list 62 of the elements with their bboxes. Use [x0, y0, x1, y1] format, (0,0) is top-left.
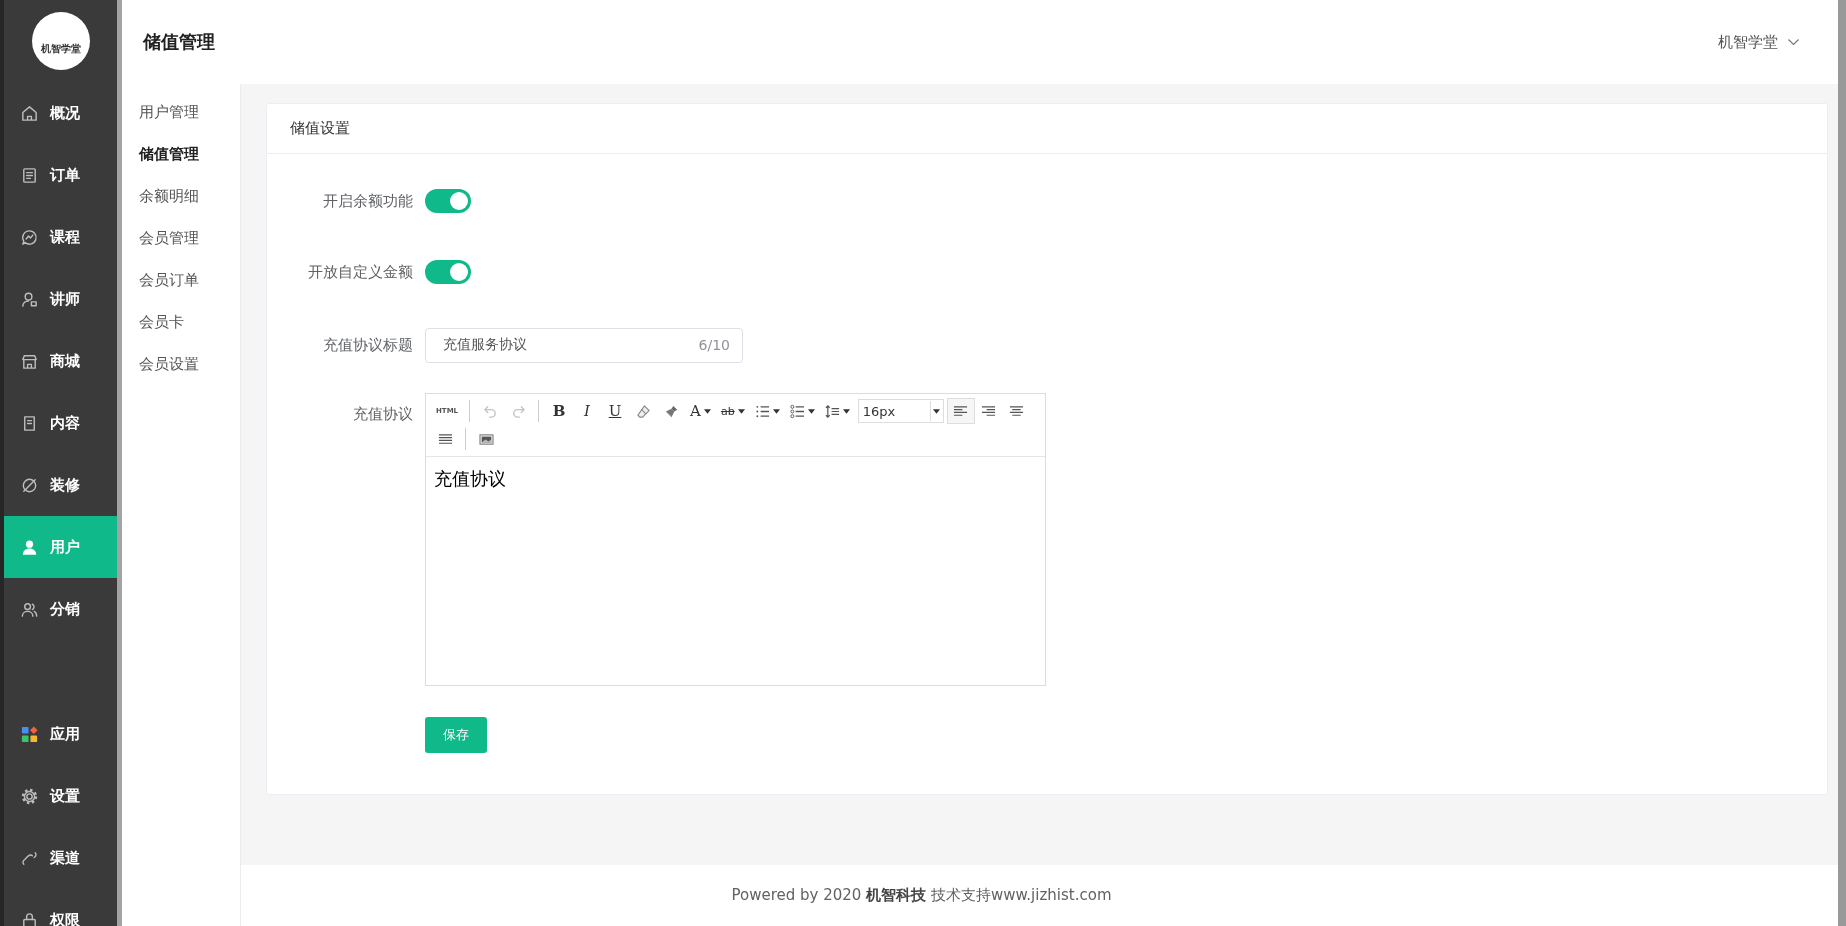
- nav-item[interactable]: 内容: [4, 392, 117, 454]
- bold-button[interactable]: B: [545, 398, 574, 424]
- align-left-icon: [953, 403, 969, 419]
- card-title: 储值设置: [290, 119, 350, 138]
- subnav-item[interactable]: 用户管理: [122, 91, 240, 133]
- toggle-switch[interactable]: [425, 189, 471, 213]
- nav-item[interactable]: 概况: [4, 82, 117, 144]
- home-icon: [20, 103, 39, 123]
- subnav-item[interactable]: 余额明细: [122, 175, 240, 217]
- align-center-icon: [1009, 403, 1025, 419]
- chat-icon: [20, 227, 39, 247]
- character-counter: 6/10: [698, 337, 730, 353]
- nav-item[interactable]: 装修: [4, 454, 117, 516]
- justify-icon: [437, 431, 453, 447]
- account-menu[interactable]: 机智学堂: [1718, 32, 1800, 52]
- editor-text: 充值协议: [434, 468, 506, 489]
- eraser-icon: [635, 403, 651, 419]
- scrollbar[interactable]: [1838, 0, 1846, 926]
- image-icon: [478, 431, 494, 447]
- subnav-item[interactable]: 会员设置: [122, 343, 240, 385]
- align-left-button[interactable]: [946, 398, 975, 424]
- subnav-item[interactable]: 会员管理: [122, 217, 240, 259]
- field-label: 充值协议标题: [322, 335, 413, 355]
- undo-icon: [482, 403, 498, 419]
- nav-item[interactable]: 设置: [4, 765, 117, 827]
- editor-content-area[interactable]: 充值协议: [426, 457, 1045, 685]
- page-title: 储值管理: [143, 30, 215, 54]
- align-right-icon: [981, 403, 997, 419]
- apps-icon: [20, 724, 39, 744]
- brush-icon: [663, 403, 679, 419]
- subnav-item[interactable]: 储值管理: [122, 133, 240, 175]
- caret-icon: [933, 408, 941, 414]
- input-field[interactable]: 充值服务协议 6/10: [425, 327, 743, 363]
- bullet-list-icon: [789, 403, 805, 419]
- nav-item[interactable]: 分销: [4, 578, 117, 640]
- line-height-icon: [824, 403, 840, 419]
- nav-item[interactable]: 商城: [4, 330, 117, 392]
- field-label: 充值协议: [352, 405, 413, 424]
- subnav-item[interactable]: 会员订单: [122, 259, 240, 301]
- underline-button[interactable]: U: [601, 398, 630, 424]
- redo-icon: [510, 403, 526, 419]
- nav-item[interactable]: 课程: [4, 206, 117, 268]
- nav-item[interactable]: 应用: [4, 703, 117, 765]
- nav-item[interactable]: 讲师: [4, 268, 117, 330]
- nav-item[interactable]: 渠道: [4, 827, 117, 889]
- numbered-list-icon: [754, 403, 770, 419]
- settings-icon: [20, 786, 39, 806]
- field-label: 开启余额功能: [322, 191, 413, 211]
- highlight-button[interactable]: ab: [715, 398, 750, 424]
- italic-button[interactable]: I: [573, 398, 602, 424]
- footer-text: Powered by 2020 机智科技 技术支持www.jizhist.com: [731, 886, 1112, 905]
- nav-item[interactable]: 订单: [4, 144, 117, 206]
- toggle-switch[interactable]: [425, 260, 471, 284]
- field-label: 开放自定义金额: [307, 262, 413, 282]
- document-icon: [20, 165, 39, 185]
- nav-item[interactable]: 权限: [4, 889, 117, 926]
- chevron-down-icon: [1787, 38, 1800, 46]
- lock-icon: [20, 910, 39, 926]
- subnav-item[interactable]: 会员卡: [122, 301, 240, 343]
- logo[interactable]: 机智学堂: [31, 12, 90, 70]
- font-color-button[interactable]: A: [685, 398, 716, 424]
- font-size-select[interactable]: 16px: [857, 399, 944, 423]
